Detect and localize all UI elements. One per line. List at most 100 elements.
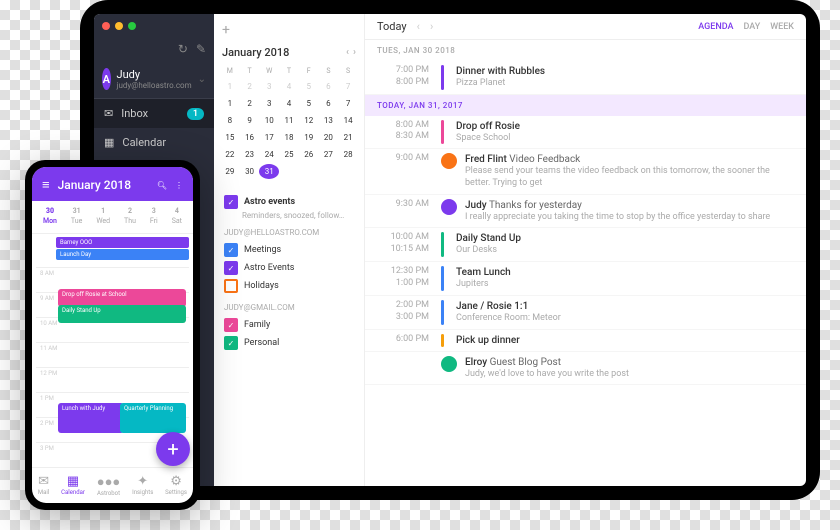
agenda-event[interactable]: 6:00 PMPick up dinner [365,330,806,352]
agenda-day-header: TUES, JAN 30 2018 [365,40,806,61]
calendar-toggle[interactable]: Family [224,316,354,334]
checkbox-icon [224,261,238,275]
hour-row: 11 AM [36,342,189,367]
allday-event[interactable]: Barney OOO [56,237,189,248]
calendar-toggle[interactable]: Personal [224,334,354,352]
event-color-bar [441,334,444,347]
fab-add-button[interactable]: + [156,432,190,466]
calendar-toggle[interactable]: Holidays [224,277,354,295]
hamburger-icon[interactable]: ≡ [42,177,50,193]
prev-button[interactable]: ‹ [417,20,420,33]
event-time: 8:00 AM8:30 AM [377,120,429,145]
bottom-nav-item[interactable]: ✦Insights [132,474,153,497]
calendar-toggle[interactable]: Meetings [224,241,354,259]
day-cell[interactable]: 3Fri [150,207,158,227]
day-of-week-row: MTWTFSS [214,67,364,75]
view-tab[interactable]: DAY [743,22,760,32]
schedule-event[interactable]: Quarterly Planning [120,403,186,433]
calendar-group-header: JUDY@GMAIL.COM [224,303,354,312]
mobile-app-bar: ≡ January 2018 🔍︎ ⋮ [32,167,193,201]
agenda-pane: Today ‹ › AGENDA DAY WEEK TUES, JAN 30 201… [365,14,806,486]
window-controls[interactable] [94,14,214,38]
event-color-bar [441,120,444,145]
account-email: judy@helloastro.com [117,81,192,90]
event-time: 2:00 PM3:00 PM [377,300,429,325]
search-icon[interactable]: 🔍︎ [157,181,167,190]
hour-row: 12 PM [36,367,189,392]
mobile-title: January 2018 [58,178,149,192]
schedule-event[interactable]: Drop off Rosie at School [58,289,186,307]
agenda-event[interactable]: 9:00 AMFred Flint Video FeedbackPlease s… [365,149,806,194]
schedule-event[interactable]: Lunch with Judy [58,403,124,433]
day-cell[interactable]: 30Mon [43,207,57,227]
event-time: 7:00 PM8:00 PM [377,65,429,90]
day-cell[interactable]: 31Tue [71,207,82,227]
event-time: 9:00 AM [377,153,429,189]
plus-icon[interactable]: + [222,22,230,38]
agenda-toolbar: Today ‹ › AGENDA DAY WEEK [365,14,806,40]
chevron-right-icon: › [353,47,356,58]
hour-row: 8 AM [36,267,189,292]
agenda-event[interactable]: 12:30 PM1:00 PMTeam LunchJupiters [365,262,806,296]
schedule-event[interactable]: Daily Stand Up [58,305,186,323]
agenda-event[interactable]: 7:00 PM8:00 PMDinner with RubblesPizza P… [365,61,806,95]
event-time: 12:30 PM1:00 PM [377,266,429,291]
calendar-day-grid[interactable]: 1234567123456789101112131415161718192021… [214,75,364,187]
sender-avatar [441,199,457,215]
account-name: Judy [117,68,192,81]
day-cell[interactable]: 4Sat [172,207,182,227]
desktop-app-window: ↻✎ A Judy judy@helloastro.com ⌄ ✉ Inbox … [94,14,806,486]
allday-event[interactable]: Launch Day [56,249,189,260]
astro-events-toggle[interactable]: Astro events [224,193,354,211]
mobile-day-strip[interactable]: 30Mon 31Tue 1Wed 2Thu 3Fri 4Sat [32,201,193,234]
checkbox-icon [224,243,238,257]
inbox-icon: ✉ [104,107,113,120]
mini-calendar-pane: + January 2018 ‹› MTWTFSS 12345671234567… [214,14,365,486]
today-button[interactable]: Today [377,20,407,33]
event-time: 10:00 AM10:15 AM [377,232,429,257]
event-time [377,356,429,381]
compose-icon: ✎ [196,42,206,56]
event-color-bar [441,65,444,90]
bottom-nav-item[interactable]: ⚙Settings [165,474,187,497]
view-switcher[interactable]: AGENDA DAY WEEK [698,22,794,32]
agenda-event[interactable]: 10:00 AM10:15 AMDaily Stand UpOur Desks [365,228,806,262]
agenda-event[interactable]: 2:00 PM3:00 PMJane / Rosie 1:1Conference… [365,296,806,330]
bottom-nav-item[interactable]: ▦Calendar [61,474,85,497]
day-cell[interactable]: 1Wed [96,207,110,227]
chevron-left-icon: ‹ [346,47,349,58]
mobile-allday: Barney OOOLaunch Day [32,234,193,263]
avatar: A [102,68,111,90]
event-time: 6:00 PM [377,334,429,347]
more-icon[interactable]: ⋮ [175,181,183,190]
day-cell[interactable]: 2Thu [124,207,136,227]
bottom-nav-item[interactable]: ●●●Astrobot [97,474,121,497]
agenda-body[interactable]: TUES, JAN 30 20187:00 PM8:00 PMDinner wi… [365,40,806,385]
nav-label: Inbox [121,107,148,120]
next-button[interactable]: › [430,20,433,33]
agenda-day-header: TODAY, JAN 31, 2017 [365,95,806,116]
agenda-event[interactable]: 9:30 AMJudy Thanks for yesterdayI really… [365,195,806,229]
event-color-bar [441,300,444,325]
sender-avatar [441,356,457,372]
view-tab[interactable]: WEEK [770,22,794,32]
mini-cal-nav[interactable]: ‹› [346,47,356,58]
chevron-down-icon: ⌄ [198,74,206,85]
bottom-nav-item[interactable]: ✉Mail [38,474,49,497]
mini-cal-title: January 2018 [222,46,289,59]
nav-calendar[interactable]: ▦ Calendar [94,128,214,157]
agenda-event[interactable]: Elroy Guest Blog PostJudy, we'd love to … [365,352,806,386]
checkbox-icon [224,318,238,332]
view-tab[interactable]: AGENDA [698,22,733,32]
phone-frame: ≡ January 2018 🔍︎ ⋮ 30Mon 31Tue 1Wed 2Thu 3F… [25,160,200,510]
account-header[interactable]: A Judy judy@helloastro.com ⌄ [94,60,214,99]
calendar-toggle[interactable]: Astro Events [224,259,354,277]
agenda-event[interactable]: 8:00 AM8:30 AMDrop off RosieSpace School [365,116,806,150]
nav-label: Calendar [122,136,166,149]
calendar-icon: ▦ [104,136,114,149]
nav-inbox[interactable]: ✉ Inbox 1 [94,99,214,128]
mobile-app-screen: ≡ January 2018 🔍︎ ⋮ 30Mon 31Tue 1Wed 2Thu 3F… [32,167,193,503]
mobile-bottom-nav[interactable]: ✉Mail ▦Calendar ●●●Astrobot ✦Insights ⚙Setti… [32,467,193,503]
sync-icon: ↻ [178,42,188,56]
sidebar-action-icons[interactable]: ↻✎ [94,38,214,60]
